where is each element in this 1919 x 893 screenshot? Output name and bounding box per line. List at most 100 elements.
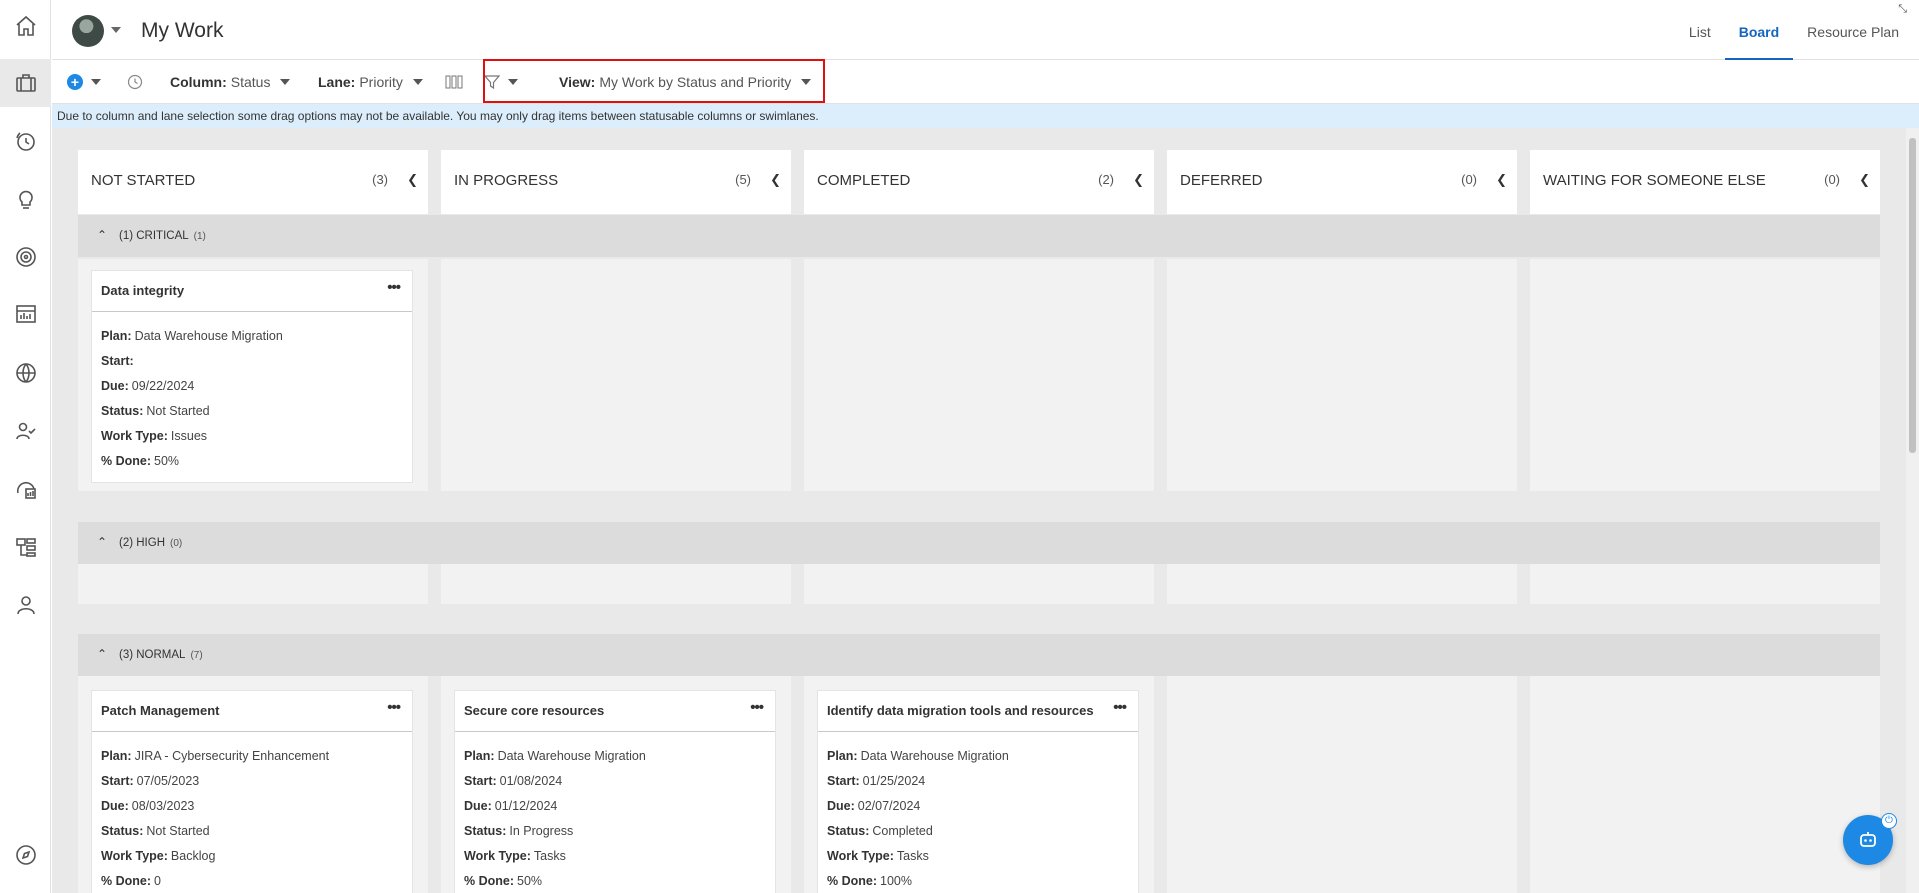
collapse-column-icon[interactable]: ❮ xyxy=(770,172,781,188)
chevron-down-icon xyxy=(412,79,423,85)
ideas-lightbulb-icon[interactable] xyxy=(0,175,51,223)
scrollbar-thumb[interactable] xyxy=(1909,138,1916,453)
assistant-bot-button[interactable]: ⏻ xyxy=(1843,813,1897,865)
user-avatar[interactable] xyxy=(72,15,104,47)
column-header-deferred: DEFERRED (0) ❮ xyxy=(1167,150,1517,214)
profile-person-icon[interactable] xyxy=(0,581,51,629)
columns-layout-button[interactable] xyxy=(445,60,463,104)
field-label: Start: xyxy=(464,774,497,788)
column-header-in-progress: IN PROGRESS (5) ❮ xyxy=(441,150,791,214)
column-count: (5) xyxy=(735,172,751,187)
field-percent-done: % Done: 50% xyxy=(101,453,403,478)
field-label: Work Type: xyxy=(827,849,894,863)
lane-title-text: (2) HIGH xyxy=(119,537,165,549)
lane-title: (2) HIGH (0) xyxy=(119,537,182,549)
field-work-type: Work Type: Tasks xyxy=(464,848,766,873)
card-title-text: Patch Management xyxy=(101,703,220,718)
card-title[interactable]: Identify data migration tools and resour… xyxy=(818,691,1138,732)
collapse-lane-icon[interactable]: ⌃ xyxy=(97,228,107,242)
history-clock-button[interactable] xyxy=(127,60,143,104)
bot-icon xyxy=(1860,832,1876,847)
collapse-lane-icon[interactable]: ⌃ xyxy=(97,647,107,661)
column-count: (0) xyxy=(1461,172,1477,187)
field-percent-done: % Done: 100% xyxy=(827,873,1129,893)
kanban-board: NOT STARTED (3) ❮ IN PROGRESS (5) ❮ COMP… xyxy=(52,128,1906,893)
lane-title-text: (1) CRITICAL xyxy=(119,230,189,242)
field-percent-done: % Done: 50% xyxy=(464,873,766,893)
lane-select[interactable]: Lane: Priority xyxy=(318,60,423,104)
field-label: Due: xyxy=(101,799,129,813)
card-body: Plan: JIRA - Cybersecurity Enhancement St… xyxy=(92,732,412,893)
board-cell xyxy=(1530,676,1880,893)
card-body: Plan: Data Warehouse Migration Start: 01/0… xyxy=(455,732,775,893)
work-item-card[interactable]: Secure core resources ••• Plan: Data Ware… xyxy=(454,690,776,893)
board-cell xyxy=(1530,564,1880,604)
work-item-card[interactable]: Patch Management ••• Plan: JIRA - Cyberse… xyxy=(91,690,413,893)
plus-icon: + xyxy=(67,74,83,90)
collapse-column-icon[interactable]: ❮ xyxy=(1496,172,1507,188)
field-label: Status: xyxy=(827,824,870,838)
collapse-column-icon[interactable]: ❮ xyxy=(407,172,418,188)
field-value: 100% xyxy=(880,874,912,888)
board-cell xyxy=(1167,259,1517,491)
collapse-lane-icon[interactable]: ⌃ xyxy=(97,535,107,549)
tab-board[interactable]: Board xyxy=(1724,0,1794,60)
field-label: Status: xyxy=(464,824,507,838)
goals-target-icon[interactable] xyxy=(0,233,51,281)
field-value: Backlog xyxy=(170,849,216,863)
field-label: Status: xyxy=(101,404,144,418)
resources-people-icon[interactable] xyxy=(0,407,51,455)
vertical-scrollbar[interactable] xyxy=(1906,128,1919,893)
column-title: DEFERRED xyxy=(1180,172,1263,189)
field-value: 01/12/2024 xyxy=(494,799,558,813)
field-value: 0 xyxy=(154,874,161,888)
analytics-dashboard-icon[interactable] xyxy=(0,465,51,513)
left-nav-rail xyxy=(0,0,51,893)
hierarchy-icon[interactable] xyxy=(0,523,51,571)
field-label: Plan: xyxy=(101,329,132,343)
field-value: Not Started xyxy=(146,404,210,418)
expand-icon[interactable]: ⤡ xyxy=(1898,3,1907,16)
add-item-button[interactable]: + xyxy=(67,60,101,104)
work-item-card[interactable]: Identify data migration tools and resour… xyxy=(817,690,1139,893)
lane-title: (3) NORMAL (7) xyxy=(119,649,203,661)
more-options-icon[interactable]: ••• xyxy=(387,279,401,296)
column-title: IN PROGRESS xyxy=(454,172,559,189)
field-label: Plan: xyxy=(827,749,858,763)
collapse-column-icon[interactable]: ❮ xyxy=(1133,172,1144,188)
field-label: Due: xyxy=(464,799,492,813)
home-icon[interactable] xyxy=(0,2,51,50)
reports-chart-icon[interactable] xyxy=(0,290,51,338)
card-title[interactable]: Secure core resources ••• xyxy=(455,691,775,732)
field-value: 50% xyxy=(154,454,180,468)
work-item-card[interactable]: Data integrity ••• Plan: Data Warehouse M… xyxy=(91,270,413,483)
column-select-label: Column: xyxy=(170,74,227,90)
column-count: (3) xyxy=(372,172,388,187)
compass-icon[interactable] xyxy=(0,831,51,879)
column-select[interactable]: Column: Status xyxy=(170,60,291,104)
card-title[interactable]: Patch Management ••• xyxy=(92,691,412,732)
board-cell xyxy=(1167,564,1517,604)
my-work-briefcase-icon[interactable] xyxy=(0,59,51,107)
collapse-column-icon[interactable]: ❮ xyxy=(1859,172,1870,188)
tab-resource-plan[interactable]: Resource Plan xyxy=(1793,0,1913,60)
more-options-icon[interactable]: ••• xyxy=(1113,699,1127,716)
field-plan: Plan: JIRA - Cybersecurity Enhancement xyxy=(101,748,403,773)
field-label: Status: xyxy=(101,824,144,838)
field-label: % Done: xyxy=(827,874,877,888)
portfolio-globe-icon[interactable] xyxy=(0,349,51,397)
clock-icon xyxy=(127,74,143,90)
card-title[interactable]: Data integrity ••• xyxy=(92,271,412,312)
field-value: Tasks xyxy=(896,849,929,863)
tab-list[interactable]: List xyxy=(1675,0,1725,60)
field-due: Due: 02/07/2024 xyxy=(827,798,1129,823)
more-options-icon[interactable]: ••• xyxy=(750,699,764,716)
more-options-icon[interactable]: ••• xyxy=(387,699,401,716)
chevron-down-icon[interactable] xyxy=(111,27,121,33)
power-icon[interactable]: ⏻ xyxy=(1881,813,1897,829)
lane-header-high: ⌃ (2) HIGH (0) xyxy=(78,522,1880,564)
field-start: Start: xyxy=(101,353,403,378)
field-label: Work Type: xyxy=(101,849,168,863)
column-header-waiting: WAITING FOR SOMEONE ELSE (0) ❮ xyxy=(1530,150,1880,214)
timesheet-clock-icon[interactable] xyxy=(0,117,51,165)
